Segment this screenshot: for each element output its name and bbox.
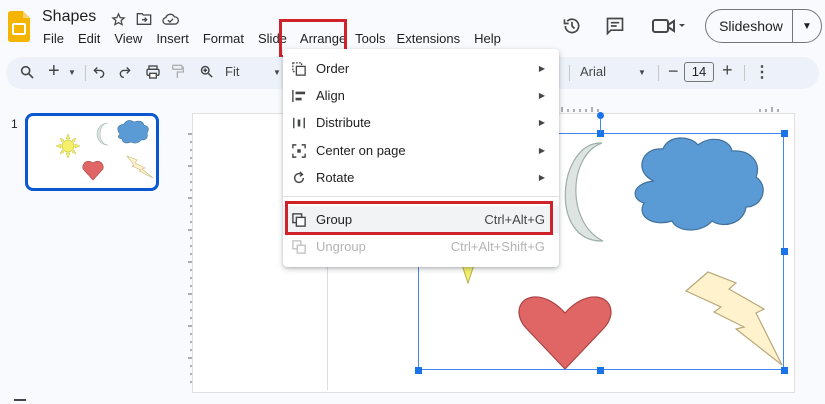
menu-item-ungroup[interactable]: Ungroup Ctrl+Alt+Shift+G [283,233,559,260]
slide-thumbnail[interactable] [25,113,159,191]
thumb-sun-shape [55,133,81,159]
submenu-arrow-icon: ▶ [538,64,545,73]
distribute-icon [291,115,307,131]
decrease-font-size-icon[interactable]: − [668,61,679,82]
menu-arrange[interactable]: Arrange [294,30,352,48]
font-dropdown-icon[interactable]: ▼ [638,68,646,77]
slides-app: Shapes File Edit View Insert Format Slid… [0,0,825,404]
move-folder-icon[interactable] [134,9,154,29]
menu-item-rotate[interactable]: Rotate ▶ [283,164,559,191]
center-icon [291,143,307,159]
slideshow-button[interactable]: Slideshow ▼ [705,9,822,43]
menu-item-label: Rotate [316,170,355,185]
meet-icon[interactable] [648,12,688,40]
redo-icon[interactable] [118,64,132,78]
menu-slide[interactable]: Slide [251,30,294,48]
menu-bar: File Edit View Insert Format Slide Arran… [36,30,508,48]
rotate-icon [291,170,307,186]
rotate-handle-stem [600,119,601,133]
new-slide-dropdown-icon[interactable]: ▼ [68,68,76,77]
document-title[interactable]: Shapes [42,8,96,26]
submenu-arrow-icon: ▶ [538,146,545,155]
menu-item-distribute[interactable]: Distribute ▶ [283,109,559,136]
rotate-handle[interactable] [597,112,604,119]
arrange-menu: Order ▶ Align ▶ Distribute ▶ Center on p… [283,49,559,267]
align-icon [291,88,307,104]
thumb-moon-shape [96,122,109,146]
more-options-icon[interactable]: ⋮ [754,62,770,82]
paint-format-icon[interactable] [171,64,185,80]
new-slide-icon[interactable]: + [48,60,60,83]
undo-icon[interactable] [92,64,106,78]
resize-handle-e[interactable] [781,248,788,255]
slideshow-dropdown-icon[interactable]: ▼ [793,21,821,32]
history-icon[interactable] [558,12,586,40]
ungroup-icon [291,239,307,255]
menu-item-center-on-page[interactable]: Center on page ▶ [283,137,559,164]
font-select[interactable]: Arial [580,64,606,79]
zoom-select[interactable]: Fit [225,64,239,79]
increase-font-size-icon[interactable]: + [722,60,733,81]
thumb-heart-shape [82,160,104,181]
menu-item-label: Distribute [316,115,371,130]
submenu-arrow-icon: ▶ [538,91,545,100]
menu-extensions[interactable]: Extensions [390,30,468,48]
cloud-saved-icon[interactable] [160,9,180,29]
menu-divider [283,196,559,197]
slideshow-label[interactable]: Slideshow [706,10,793,42]
menu-item-shortcut: Ctrl+Alt+G [484,212,545,227]
search-menus-icon[interactable] [19,64,35,80]
print-icon[interactable] [145,64,161,80]
menu-file[interactable]: File [36,30,71,48]
submenu-arrow-icon: ▶ [538,173,545,182]
menu-item-shortcut: Ctrl+Alt+Shift+G [450,239,545,254]
grid-view-icon[interactable] [14,399,26,404]
menu-item-order[interactable]: Order ▶ [283,55,559,82]
resize-handle-se[interactable] [781,367,788,374]
font-size-input[interactable]: 14 [684,62,714,82]
submenu-arrow-icon: ▶ [538,118,545,127]
resize-handle-ne[interactable] [781,130,788,137]
comment-icon[interactable] [601,12,629,40]
order-icon [291,61,307,77]
resize-handle-sw[interactable] [415,367,422,374]
group-icon [291,212,307,228]
horizontal-ruler [561,107,779,112]
menu-item-label: Center on page [316,143,406,158]
menu-view[interactable]: View [107,30,149,48]
resize-handle-s[interactable] [597,367,604,374]
menu-item-group[interactable]: Group Ctrl+Alt+G [283,206,559,233]
menu-tools[interactable]: Tools [352,30,389,48]
menu-edit[interactable]: Edit [71,30,107,48]
zoom-icon[interactable] [199,64,214,79]
slide-number: 1 [11,117,18,131]
menu-item-label: Order [316,61,350,76]
menu-item-label: Align [316,88,345,103]
menu-item-label: Ungroup [316,239,366,254]
menu-help[interactable]: Help [467,30,508,48]
star-icon[interactable] [108,9,128,29]
menu-insert[interactable]: Insert [149,30,196,48]
thumb-cloud-shape [117,120,149,144]
slides-logo-icon[interactable] [8,11,30,42]
menu-item-label: Group [316,212,353,227]
thumb-lightning-shape [126,155,154,179]
menu-item-align[interactable]: Align ▶ [283,82,559,109]
zoom-dropdown-icon[interactable]: ▼ [273,68,281,77]
menu-format[interactable]: Format [196,30,251,48]
